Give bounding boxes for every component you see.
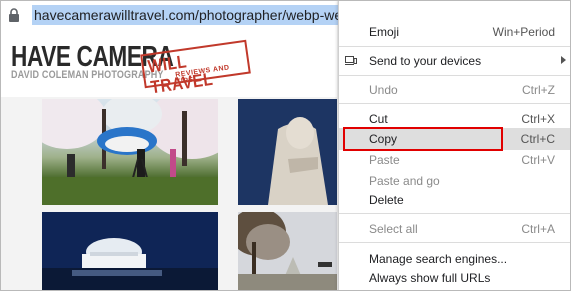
menu-item-label: Emoji: [369, 25, 400, 39]
menu-item-label: Undo: [369, 83, 398, 97]
menu-item-shortcut: Ctrl+X: [521, 112, 555, 126]
menu-item-label: Select all: [369, 222, 418, 236]
menu-item-label: Always show full URLs: [369, 271, 491, 285]
photo-cherry-blossom-photographers[interactable]: [42, 99, 218, 205]
menu-item-label: Delete: [369, 193, 404, 207]
menu-separator: [339, 213, 570, 214]
photo-jefferson-memorial-night[interactable]: [42, 212, 218, 290]
menu-separator: [339, 75, 570, 76]
menu-item-send-to-devices[interactable]: Send to your devices: [339, 50, 570, 72]
menu-item-paste[interactable]: Paste Ctrl+V: [339, 149, 570, 171]
photo-memorial-statue[interactable]: [238, 99, 337, 205]
menu-item-delete[interactable]: Delete: [339, 189, 570, 211]
site-header: HAVE CAMERA DAVID COLEMAN PHOTOGRAPHY WI…: [1, 29, 337, 97]
lock-icon[interactable]: [7, 7, 21, 23]
menu-separator: [339, 242, 570, 243]
menu-item-shortcut: Ctrl+C: [520, 132, 555, 146]
submenu-arrow-icon: [561, 56, 566, 64]
menu-item-label: Manage search engines...: [369, 252, 508, 266]
menu-item-label: Cut: [369, 112, 388, 126]
address-bar[interactable]: havecamerawilltravel.com/photographer/we…: [1, 1, 378, 29]
devices-icon: [345, 56, 357, 65]
menu-item-shortcut: Ctrl+V: [521, 153, 555, 167]
menu-item-shortcut: Ctrl+A: [521, 222, 555, 236]
photo-park-path[interactable]: [238, 212, 337, 290]
site-logo-subtitle: DAVID COLEMAN PHOTOGRAPHY: [11, 69, 164, 81]
menu-item-emoji[interactable]: Emoji Win+Period: [339, 21, 570, 43]
menu-item-label: Paste and go: [369, 174, 440, 188]
menu-item-shortcut: Ctrl+Z: [522, 83, 555, 97]
menu-item-label: Paste: [369, 153, 400, 167]
menu-item-select-all[interactable]: Select all Ctrl+A: [339, 218, 570, 240]
copy-highlight-annotation: [343, 127, 503, 151]
browser-window: havecamerawilltravel.com/photographer/we…: [0, 0, 571, 291]
menu-item-undo[interactable]: Undo Ctrl+Z: [339, 79, 570, 101]
menu-separator: [339, 46, 570, 47]
menu-item-shortcut: Win+Period: [492, 25, 555, 39]
menu-separator: [339, 103, 570, 104]
url-text[interactable]: havecamerawilltravel.com/photographer/we…: [32, 5, 378, 25]
menu-item-always-show-full-urls[interactable]: Always show full URLs: [339, 267, 570, 289]
menu-item-label: Send to your devices: [369, 54, 482, 68]
